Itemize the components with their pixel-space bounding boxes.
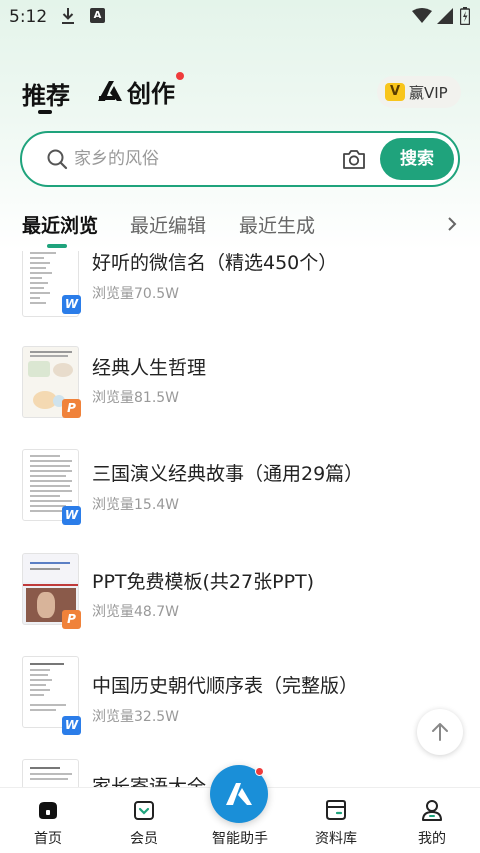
tab-recent-viewed[interactable]: 最近浏览 [22,211,98,238]
tab-recent-edited[interactable]: 最近编辑 [130,211,206,238]
vip-icon: V [385,83,405,101]
document-title: 中国历史朝代顺序表（完整版） [92,675,359,697]
list-item[interactable]: P PPT免费模板(共27张PPT) 浏览量48.7W [0,553,480,633]
nav-library[interactable]: 资料库 [288,788,384,853]
header-tabs: 推荐 创作 V 赢VIP [0,72,480,116]
status-bar: 5:12 A [0,0,480,34]
document-thumbnail [22,759,79,787]
notification-dot [176,72,184,80]
sub-tab-indicator [47,244,67,248]
document-title: 家长寄语大全 [92,776,207,787]
download-icon [62,8,74,24]
signal-icon [437,8,453,24]
search-bar: 搜索 [20,131,460,187]
home-icon [39,802,57,819]
document-title: 三国演义经典故事（通用29篇） [92,463,364,485]
nav-label: 智能助手 [212,831,268,847]
nav-label: 会员 [130,831,158,847]
tab-active-indicator [38,110,52,114]
ai-logo-icon [98,81,122,101]
list-item[interactable]: W 三国演义经典故事（通用29篇） 浏览量15.4W [0,449,480,529]
camera-icon[interactable] [341,147,367,171]
document-views: 浏览量32.5W [92,709,180,725]
sub-tabs: 最近浏览 最近编辑 最近生成 [0,205,480,251]
list-item[interactable]: P 经典人生哲理 浏览量81.5W [0,346,480,426]
tab-create-label: 创作 [127,79,175,108]
arrow-up-icon [432,723,448,741]
battery-icon [460,7,470,25]
status-time: 5:12 [9,7,48,27]
document-list: W 好听的微信名（精选450个） 浏览量70.5W P 经典人生哲理 浏览量81… [0,251,480,787]
vip-button[interactable]: V 赢VIP [377,76,461,108]
document-views: 浏览量15.4W [92,497,180,513]
document-views: 浏览量48.7W [92,604,180,620]
document-title: 好听的微信名（精选450个） [92,252,338,274]
notification-dot [255,767,264,776]
profile-icon [422,800,442,821]
tab-recommend[interactable]: 推荐 [22,76,70,111]
nav-label: 我的 [418,831,446,847]
search-input[interactable] [74,146,324,172]
list-item[interactable]: W 中国历史朝代顺序表（完整版） 浏览量32.5W [0,656,480,736]
nav-home[interactable]: 首页 [0,788,96,853]
word-badge-icon: W [62,716,81,735]
tab-recent-generated[interactable]: 最近生成 [239,211,315,238]
vip-label: 赢VIP [409,83,448,102]
document-views: 浏览量70.5W [92,286,180,302]
wifi-icon [412,8,432,23]
ppt-badge-icon: P [62,610,81,629]
library-icon [326,800,346,820]
word-badge-icon: W [62,506,81,525]
a-notification-icon: A [90,8,105,23]
search-icon [47,149,68,170]
chevron-right-icon[interactable] [446,215,458,233]
document-title: 经典人生哲理 [92,357,207,379]
document-views: 浏览量81.5W [92,390,180,406]
nav-label: 资料库 [315,831,357,847]
nav-label: 首页 [34,831,62,847]
search-button[interactable]: 搜索 [380,138,454,180]
member-icon [134,801,154,820]
ppt-badge-icon: P [62,399,81,418]
list-item[interactable]: W 好听的微信名（精选450个） 浏览量70.5W [0,251,480,325]
scroll-top-button[interactable] [417,709,463,755]
document-title: PPT免费模板(共27张PPT) [92,571,315,593]
tab-create[interactable]: 创作 [96,72,184,108]
nav-profile[interactable]: 我的 [384,788,480,853]
nav-member[interactable]: 会员 [96,788,192,853]
word-badge-icon: W [62,295,81,314]
